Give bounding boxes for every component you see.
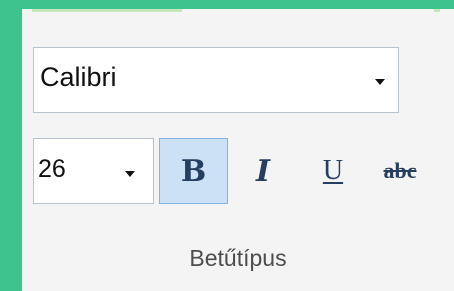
- bold-icon: B: [180, 153, 207, 189]
- ribbon-accent-line-right: [434, 9, 440, 12]
- italic-icon: I: [255, 153, 271, 189]
- underline-icon: U: [322, 155, 344, 186]
- strikethrough-icon: abc: [383, 158, 417, 183]
- font-ribbon-group: Calibri 26 B I U abc Betűtípus: [22, 9, 454, 291]
- font-name-dropdown[interactable]: Calibri: [33, 47, 399, 113]
- font-size-dropdown[interactable]: 26: [33, 138, 154, 204]
- font-size-value: 26: [38, 155, 66, 183]
- ribbon-accent-line: [32, 9, 182, 12]
- group-label: Betűtípus: [189, 245, 287, 271]
- italic-button[interactable]: I: [236, 138, 290, 204]
- font-name-value: Calibri: [40, 62, 117, 92]
- strikethrough-button[interactable]: abc: [364, 138, 436, 204]
- underline-button[interactable]: U: [310, 138, 356, 204]
- bold-button[interactable]: B: [159, 138, 228, 204]
- chevron-down-icon[interactable]: [125, 171, 135, 177]
- chevron-down-icon[interactable]: [375, 79, 385, 85]
